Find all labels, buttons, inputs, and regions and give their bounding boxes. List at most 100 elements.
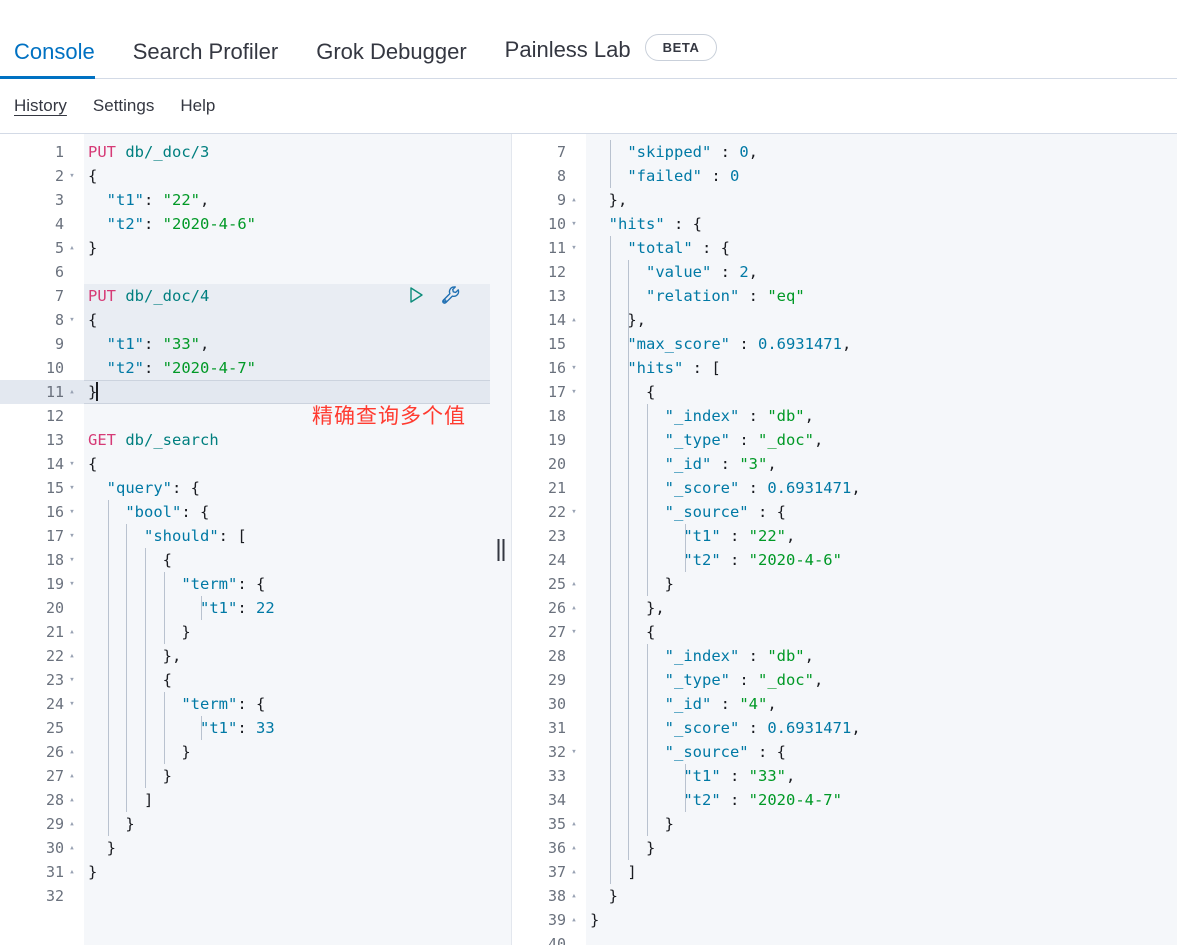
response-pane[interactable]: 7 8 9 ▴ 10 ▾ 11 ▾ 12 13 14 ▴ 15 16 ▾ 17 ▾ 18 19 20 21 22 ▾ 23 24… bbox=[512, 134, 1177, 945]
fold-toggle-icon[interactable]: ▴ bbox=[566, 908, 582, 932]
code-line[interactable]: "total" : { bbox=[586, 236, 1177, 260]
fold-toggle-icon[interactable]: ▾ bbox=[566, 620, 582, 644]
code-line[interactable]: } bbox=[84, 860, 490, 884]
fold-toggle-icon[interactable]: ▾ bbox=[64, 164, 80, 188]
code-line[interactable]: ] bbox=[84, 788, 490, 812]
code-line[interactable]: "t1": "22", bbox=[84, 188, 490, 212]
fold-toggle-icon[interactable]: ▴ bbox=[64, 860, 80, 884]
fold-toggle-icon[interactable]: ▾ bbox=[566, 740, 582, 764]
code-line[interactable]: "t1": "33", bbox=[84, 332, 490, 356]
fold-toggle-icon[interactable]: ▴ bbox=[566, 308, 582, 332]
fold-toggle-icon[interactable]: ▾ bbox=[566, 236, 582, 260]
fold-toggle-icon[interactable]: ▴ bbox=[64, 788, 80, 812]
code-line[interactable]: } bbox=[586, 836, 1177, 860]
fold-toggle-icon[interactable]: ▴ bbox=[64, 620, 80, 644]
code-line[interactable]: "_id" : "3", bbox=[586, 452, 1177, 476]
code-line[interactable]: "t2": "2020-4-6" bbox=[84, 212, 490, 236]
subnav-item-history[interactable]: History bbox=[14, 97, 67, 116]
fold-toggle-icon[interactable]: ▾ bbox=[64, 692, 80, 716]
code-line[interactable]: "_source" : { bbox=[586, 500, 1177, 524]
fold-toggle-icon[interactable]: ▾ bbox=[64, 668, 80, 692]
code-line[interactable]: "_id" : "4", bbox=[586, 692, 1177, 716]
fold-toggle-icon[interactable]: ▴ bbox=[64, 740, 80, 764]
fold-toggle-icon[interactable]: ▴ bbox=[566, 884, 582, 908]
fold-toggle-icon[interactable]: ▴ bbox=[64, 236, 80, 260]
tab-search-profiler[interactable]: Search Profiler bbox=[133, 41, 279, 79]
fold-toggle-icon[interactable]: ▾ bbox=[64, 524, 80, 548]
fold-toggle-icon[interactable]: ▾ bbox=[566, 380, 582, 404]
code-line[interactable]: { bbox=[84, 452, 490, 476]
code-line[interactable]: GET db/_search bbox=[84, 428, 490, 452]
code-line[interactable]: ] bbox=[586, 860, 1177, 884]
code-line[interactable]: "t2": "2020-4-7" bbox=[84, 356, 490, 380]
play-icon[interactable] bbox=[406, 285, 426, 305]
wrench-icon[interactable] bbox=[440, 284, 462, 306]
fold-toggle-icon[interactable]: ▴ bbox=[566, 812, 582, 836]
code-line[interactable]: "_source" : { bbox=[586, 740, 1177, 764]
code-line[interactable]: "_index" : "db", bbox=[586, 404, 1177, 428]
code-line[interactable]: "query": { bbox=[84, 476, 490, 500]
code-line[interactable]: "max_score" : 0.6931471, bbox=[586, 332, 1177, 356]
code-line[interactable]: "t1" : "22", bbox=[586, 524, 1177, 548]
code-line[interactable]: { bbox=[84, 164, 490, 188]
code-line[interactable]: } bbox=[84, 836, 490, 860]
fold-toggle-icon[interactable]: ▾ bbox=[64, 476, 80, 500]
subnav-item-settings[interactable]: Settings bbox=[93, 97, 154, 116]
code-line[interactable]: "_type" : "_doc", bbox=[586, 428, 1177, 452]
code-line[interactable]: "relation" : "eq" bbox=[586, 284, 1177, 308]
code-line[interactable] bbox=[84, 260, 490, 284]
subnav-item-help[interactable]: Help bbox=[180, 97, 215, 116]
tab-grok-debugger[interactable]: Grok Debugger bbox=[316, 41, 466, 79]
code-line[interactable]: } bbox=[586, 572, 1177, 596]
fold-toggle-icon[interactable]: ▾ bbox=[64, 452, 80, 476]
fold-toggle-icon[interactable]: ▾ bbox=[64, 572, 80, 596]
code-line[interactable]: } bbox=[84, 380, 490, 404]
code-line[interactable]: "t2" : "2020-4-6" bbox=[586, 548, 1177, 572]
request-line-number-gutter[interactable]: 1 2 ▾ 3 4 5 ▴ 6 7 8 ▾ 9 10 11 ▴ 12 13 14 ▾ 15 ▾ 16 ▾ 17 ▾ 18 ▾ 19 ▾ 2… bbox=[0, 134, 84, 945]
code-line[interactable]: PUT db/_doc/3 bbox=[84, 140, 490, 164]
fold-toggle-icon[interactable]: ▾ bbox=[64, 500, 80, 524]
fold-toggle-icon[interactable]: ▴ bbox=[64, 812, 80, 836]
code-line[interactable]: } bbox=[586, 812, 1177, 836]
fold-toggle-icon[interactable]: ▾ bbox=[566, 500, 582, 524]
code-line[interactable]: "hits" : { bbox=[586, 212, 1177, 236]
fold-toggle-icon[interactable]: ▴ bbox=[566, 188, 582, 212]
fold-toggle-icon[interactable]: ▴ bbox=[64, 380, 80, 404]
fold-toggle-icon[interactable]: ▴ bbox=[566, 572, 582, 596]
fold-toggle-icon[interactable]: ▴ bbox=[566, 596, 582, 620]
code-line[interactable]: "t2" : "2020-4-7" bbox=[586, 788, 1177, 812]
request-pane[interactable]: 1 2 ▾ 3 4 5 ▴ 6 7 8 ▾ 9 10 11 ▴ 12 13 14 ▾ 15 ▾ 16 ▾ 17 ▾ 18 ▾ 19 ▾ 2… bbox=[0, 134, 490, 945]
fold-toggle-icon[interactable]: ▴ bbox=[566, 860, 582, 884]
fold-toggle-icon[interactable]: ▴ bbox=[64, 644, 80, 668]
pane-splitter[interactable] bbox=[490, 134, 512, 945]
code-line[interactable]: } bbox=[84, 812, 490, 836]
code-line[interactable]: "should": [ bbox=[84, 524, 490, 548]
fold-toggle-icon[interactable]: ▴ bbox=[566, 836, 582, 860]
code-line[interactable]: "t1" : "33", bbox=[586, 764, 1177, 788]
code-line[interactable]: "hits" : [ bbox=[586, 356, 1177, 380]
fold-toggle-icon[interactable]: ▴ bbox=[64, 764, 80, 788]
tab-painless-lab[interactable]: Painless Lab BETA bbox=[505, 34, 718, 79]
code-line[interactable]: }, bbox=[586, 308, 1177, 332]
fold-toggle-icon[interactable]: ▾ bbox=[64, 548, 80, 572]
code-line[interactable]: } bbox=[586, 884, 1177, 908]
code-line[interactable]: "bool": { bbox=[84, 500, 490, 524]
code-line[interactable]: } bbox=[586, 908, 1177, 932]
code-line[interactable]: "skipped" : 0, bbox=[586, 140, 1177, 164]
code-line[interactable]: } bbox=[84, 236, 490, 260]
fold-toggle-icon[interactable]: ▴ bbox=[64, 836, 80, 860]
code-line[interactable]: { bbox=[586, 380, 1177, 404]
tab-console[interactable]: Console bbox=[0, 41, 95, 79]
code-line[interactable]: "_type" : "_doc", bbox=[586, 668, 1177, 692]
code-line[interactable]: "_index" : "db", bbox=[586, 644, 1177, 668]
fold-toggle-icon[interactable]: ▾ bbox=[64, 308, 80, 332]
code-line[interactable]: "_score" : 0.6931471, bbox=[586, 476, 1177, 500]
code-line[interactable]: }, bbox=[586, 596, 1177, 620]
splitter-grip-icon[interactable] bbox=[497, 539, 504, 561]
code-line[interactable]: { bbox=[586, 620, 1177, 644]
response-code-area[interactable]: "skipped" : 0, "failed" : 0 }, "hits" : … bbox=[586, 134, 1177, 945]
code-line[interactable] bbox=[586, 932, 1177, 945]
fold-toggle-icon[interactable]: ▾ bbox=[566, 212, 582, 236]
code-line[interactable]: { bbox=[84, 308, 490, 332]
code-line[interactable]: "value" : 2, bbox=[586, 260, 1177, 284]
